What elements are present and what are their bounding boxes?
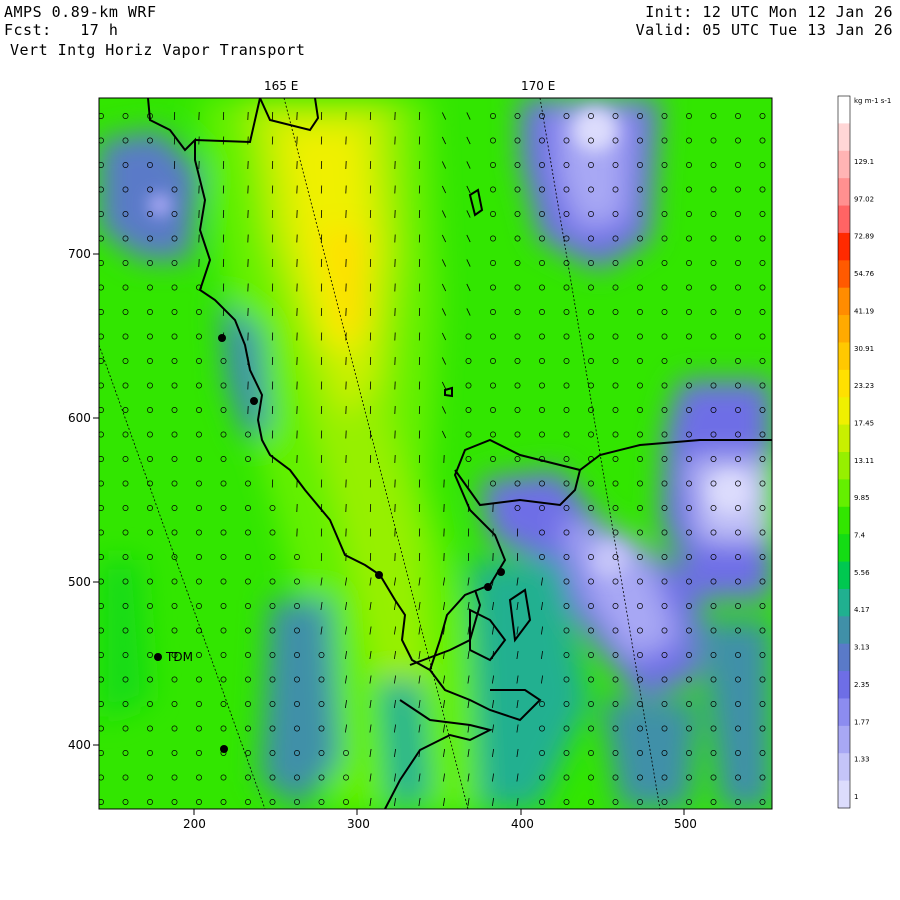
lon-label-165e: 165 E: [264, 79, 298, 93]
colorbar-level-label: 97.02: [854, 195, 874, 203]
x-tick-label: 300: [347, 817, 370, 831]
colorbar-level-label: 23.23: [854, 382, 874, 390]
station-marker: [250, 397, 258, 405]
vapor-transport-field: [99, 98, 772, 809]
colorbar-swatch: [838, 780, 850, 809]
colorbar-swatch: [838, 205, 850, 234]
colorbar-level-label: 30.91: [854, 345, 874, 353]
colorbar-swatch: [838, 753, 850, 782]
x-ticks: [193, 809, 685, 815]
station-marker: [497, 568, 505, 576]
colorbar-swatch: [838, 232, 850, 261]
colorbar-level-label: 129.1: [854, 158, 874, 166]
x-tick-label: 200: [183, 817, 206, 831]
colorbar-level-label: 5.56: [854, 569, 870, 577]
colorbar-swatch: [838, 96, 850, 124]
station-marker: [220, 745, 228, 753]
station-label-tdm: TDM: [165, 650, 193, 664]
y-tick-label: 700: [68, 247, 91, 261]
colorbar-swatch: [838, 616, 850, 645]
colorbar-level-label: 1.33: [854, 756, 870, 764]
colorbar-swatch: [838, 643, 850, 672]
x-tick-label: 400: [511, 817, 534, 831]
colorbar-level-label: 17.45: [854, 419, 874, 427]
colorbar-swatch: [838, 479, 850, 508]
colorbar-level-label: 41.19: [854, 307, 874, 315]
colorbar-level-label: 13.11: [854, 457, 874, 465]
colorbar-level-label: 2.35: [854, 681, 870, 689]
colorbar-swatch: [838, 315, 850, 343]
colorbar-swatch: [838, 178, 850, 206]
colorbar-swatch: [838, 397, 850, 426]
y-tick-label: 500: [68, 575, 91, 589]
colorbar-units: kg m-1 s-1: [854, 97, 891, 105]
station-marker: [375, 571, 383, 579]
colorbar-swatch: [838, 698, 850, 727]
y-tick-label: 600: [68, 411, 91, 425]
colorbar-level-label: 1.77: [854, 718, 870, 726]
station-marker: [218, 334, 226, 342]
colorbar-swatch: [838, 725, 850, 754]
colorbar-level-label: 1: [854, 793, 858, 801]
colorbar-level-label: 72.89: [854, 233, 874, 241]
x-tick-label: 500: [674, 817, 697, 831]
colorbar-swatch: [838, 452, 850, 480]
colorbar-swatch: [838, 671, 850, 699]
map-figure: TDM 165 E 170 E 200 300 400 500 700 600 …: [68, 79, 891, 831]
colorbar-level-label: 4.17: [854, 606, 870, 614]
colorbar-level-label: 9.85: [854, 494, 870, 502]
lon-label-170e: 170 E: [521, 79, 555, 93]
colorbar: kg m-1 s-1 129.1 97.02 72.89 54.76 41.19 30.9…: [837, 95, 891, 809]
colorbar-swatch: [838, 287, 850, 316]
colorbar-swatch: [838, 561, 850, 590]
colorbar-level-label: 3.13: [854, 644, 870, 652]
y-ticks: [93, 253, 99, 746]
colorbar-swatch: [838, 260, 850, 289]
colorbar-swatch: [838, 123, 850, 152]
colorbar-swatch: [838, 342, 850, 371]
colorbar-swatch: [838, 534, 850, 562]
colorbar-swatch: [838, 424, 850, 453]
colorbar-swatch: [838, 506, 850, 535]
y-tick-label: 400: [68, 738, 91, 752]
station-marker: [484, 583, 492, 591]
station-marker: [154, 653, 162, 661]
colorbar-level-label: 54.76: [854, 270, 875, 278]
colorbar-swatch: [838, 588, 850, 617]
colorbar-level-label: 7.4: [854, 532, 866, 540]
colorbar-swatch: [838, 150, 850, 179]
colorbar-swatch: [838, 369, 850, 398]
